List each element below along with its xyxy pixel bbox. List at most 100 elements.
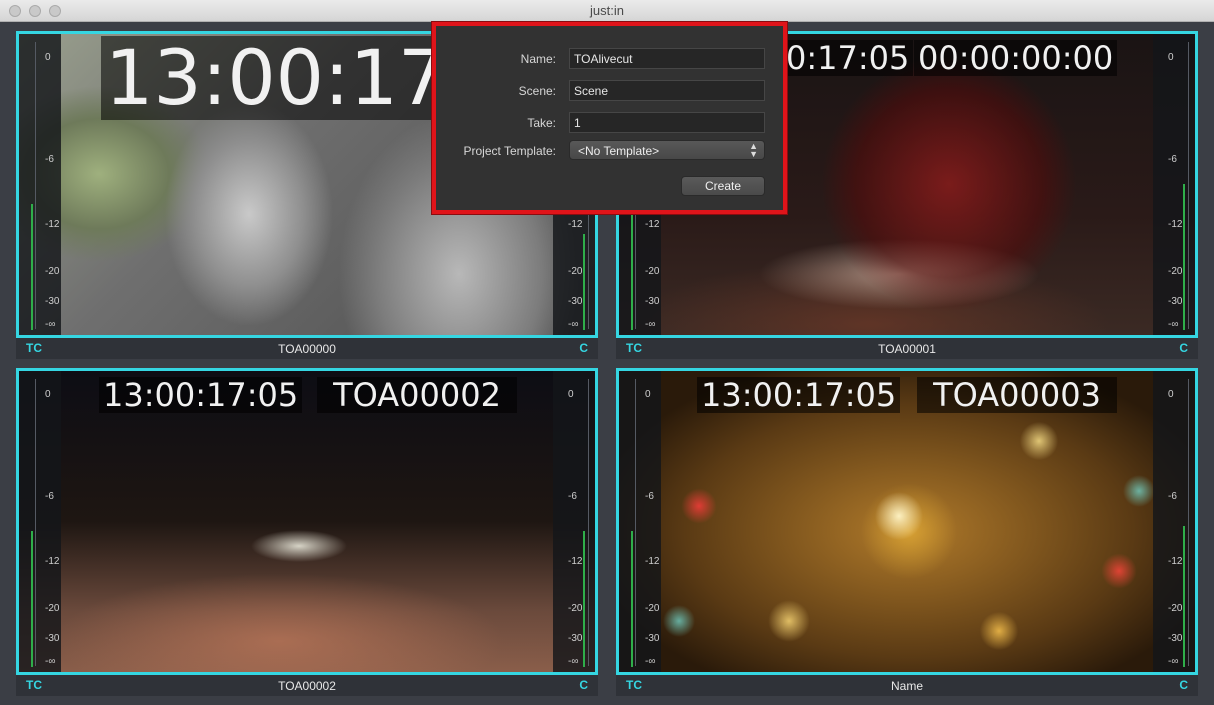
meter-label-12: -12 bbox=[568, 556, 583, 567]
meter-label-0: 0 bbox=[645, 389, 651, 400]
video-preview bbox=[619, 371, 1195, 672]
c-indicator: C bbox=[1179, 341, 1188, 355]
meter-label-12: -12 bbox=[645, 219, 660, 230]
meter-label-30: -30 bbox=[568, 633, 583, 644]
meter-label-12: -12 bbox=[568, 219, 583, 230]
window-title: just:in bbox=[590, 3, 624, 18]
meter-track bbox=[1188, 42, 1189, 329]
video-frame: 0 -6 -12 -20 -30 -∞ 0 -6 -12 -20 -30 -∞ … bbox=[616, 368, 1198, 675]
meter-label-0: 0 bbox=[45, 389, 51, 400]
meter-label-30: -30 bbox=[645, 633, 660, 644]
title-bar: just:in bbox=[0, 0, 1214, 22]
video-panel-2[interactable]: 0 -6 -12 -20 -30 -∞ 0 -6 -12 -20 -30 -∞ … bbox=[16, 368, 598, 696]
name-field[interactable]: TOAlivecut bbox=[569, 48, 765, 69]
meter-label-30: -30 bbox=[45, 633, 60, 644]
scene-row: Scene: Scene bbox=[436, 80, 783, 102]
meter-level bbox=[31, 531, 33, 667]
meter-level bbox=[583, 531, 585, 667]
meter-label-inf: -∞ bbox=[1168, 656, 1179, 667]
meter-label-12: -12 bbox=[1168, 556, 1183, 567]
meter-level bbox=[631, 214, 633, 330]
video-panel-3[interactable]: 0 -6 -12 -20 -30 -∞ 0 -6 -12 -20 -30 -∞ … bbox=[616, 368, 1198, 696]
take-label: Take: bbox=[527, 116, 556, 130]
meter-label-inf: -∞ bbox=[568, 656, 579, 667]
meter-label-30: -30 bbox=[645, 296, 660, 307]
meter-track bbox=[1188, 379, 1189, 666]
meter-label-inf: -∞ bbox=[645, 656, 656, 667]
c-indicator: C bbox=[579, 341, 588, 355]
meter-label-6: -6 bbox=[45, 491, 54, 502]
audio-meter-right: 0 -6 -12 -20 -30 -∞ bbox=[553, 371, 595, 672]
clip-name-overlay: TOA00003 bbox=[917, 377, 1117, 413]
video-frame: 0 -6 -12 -20 -30 -∞ 0 -6 -12 -20 -30 -∞ … bbox=[16, 368, 598, 675]
template-label: Project Template: bbox=[463, 144, 557, 158]
clip-timecode-overlay: 00:00:00:00 bbox=[914, 40, 1118, 76]
meter-level bbox=[1183, 526, 1185, 667]
clip-name: TOA00001 bbox=[878, 342, 936, 356]
meter-label-20: -20 bbox=[45, 266, 60, 277]
meter-label-12: -12 bbox=[45, 219, 60, 230]
audio-meter-right: 0 -6 -12 -20 -30 -∞ bbox=[1153, 34, 1195, 335]
timecode-overlay: 13:00:17:05 bbox=[99, 377, 303, 413]
meter-label-inf: -∞ bbox=[45, 656, 56, 667]
audio-meter-left: 0 -6 -12 -20 -30 -∞ bbox=[19, 371, 61, 672]
meter-level bbox=[583, 234, 585, 330]
template-selected-value: <No Template> bbox=[578, 144, 660, 158]
panel-footer: TC TOA00000 C bbox=[16, 338, 598, 359]
meter-label-20: -20 bbox=[1168, 266, 1183, 277]
meter-track bbox=[635, 379, 636, 666]
meter-level bbox=[1183, 184, 1185, 330]
name-label: Name: bbox=[520, 52, 556, 66]
meter-label-6: -6 bbox=[45, 154, 54, 165]
audio-meter-left: 0 -6 -12 -20 -30 -∞ bbox=[619, 371, 661, 672]
meter-level bbox=[631, 531, 633, 667]
meter-label-inf: -∞ bbox=[1168, 319, 1179, 330]
clip-name: TOA00000 bbox=[278, 342, 336, 356]
project-template-select[interactable]: <No Template> ▲ ▼ bbox=[569, 140, 765, 160]
take-field[interactable]: 1 bbox=[569, 112, 765, 133]
clip-name: TOA00002 bbox=[278, 679, 336, 693]
meter-label-30: -30 bbox=[1168, 296, 1183, 307]
name-row: Name: TOAlivecut bbox=[436, 48, 783, 70]
template-row: Project Template: <No Template> ▲ ▼ bbox=[436, 140, 783, 162]
scene-field[interactable]: Scene bbox=[569, 80, 765, 101]
app-window: just:in 0 -6 -12 -20 -30 -∞ 0 -6 -12 -20 bbox=[0, 0, 1214, 705]
timecode-overlay: 0:17:05 bbox=[782, 40, 914, 76]
create-project-dialog: Name: TOAlivecut Scene: Scene Take: 1 Pr… bbox=[432, 22, 787, 214]
meter-label-6: -6 bbox=[568, 491, 577, 502]
meter-label-0: 0 bbox=[45, 52, 51, 63]
meter-label-0: 0 bbox=[1168, 389, 1174, 400]
panel-footer: TC TOA00002 C bbox=[16, 675, 598, 696]
create-button[interactable]: Create bbox=[681, 176, 765, 196]
meter-label-12: -12 bbox=[645, 556, 660, 567]
meter-level bbox=[31, 204, 33, 330]
meter-label-20: -20 bbox=[568, 266, 583, 277]
meter-label-0: 0 bbox=[1168, 52, 1174, 63]
meter-label-20: -20 bbox=[645, 266, 660, 277]
panel-footer: TC TOA00001 C bbox=[616, 338, 1198, 359]
meter-track bbox=[35, 42, 36, 329]
meter-label-30: -30 bbox=[1168, 633, 1183, 644]
meter-label-30: -30 bbox=[568, 296, 583, 307]
meter-label-20: -20 bbox=[1168, 603, 1183, 614]
c-indicator: C bbox=[579, 678, 588, 692]
panel-footer: TC Name C bbox=[616, 675, 1198, 696]
meter-label-30: -30 bbox=[45, 296, 60, 307]
scene-label: Scene: bbox=[518, 84, 556, 98]
meter-label-20: -20 bbox=[45, 603, 60, 614]
audio-meter-right: 0 -6 -12 -20 -30 -∞ bbox=[1153, 371, 1195, 672]
meter-label-inf: -∞ bbox=[45, 319, 56, 330]
take-row: Take: 1 bbox=[436, 112, 783, 134]
meter-label-12: -12 bbox=[45, 556, 60, 567]
meter-label-inf: -∞ bbox=[645, 319, 656, 330]
clip-name-overlay: TOA00002 bbox=[317, 377, 517, 413]
meter-label-6: -6 bbox=[1168, 154, 1177, 165]
c-indicator: C bbox=[1179, 678, 1188, 692]
meter-label-20: -20 bbox=[645, 603, 660, 614]
meter-label-6: -6 bbox=[1168, 491, 1177, 502]
meter-label-20: -20 bbox=[568, 603, 583, 614]
updown-arrows-icon: ▲ ▼ bbox=[749, 141, 758, 159]
meter-label-6: -6 bbox=[645, 491, 654, 502]
meter-label-0: 0 bbox=[568, 389, 574, 400]
meter-label-inf: -∞ bbox=[568, 319, 579, 330]
